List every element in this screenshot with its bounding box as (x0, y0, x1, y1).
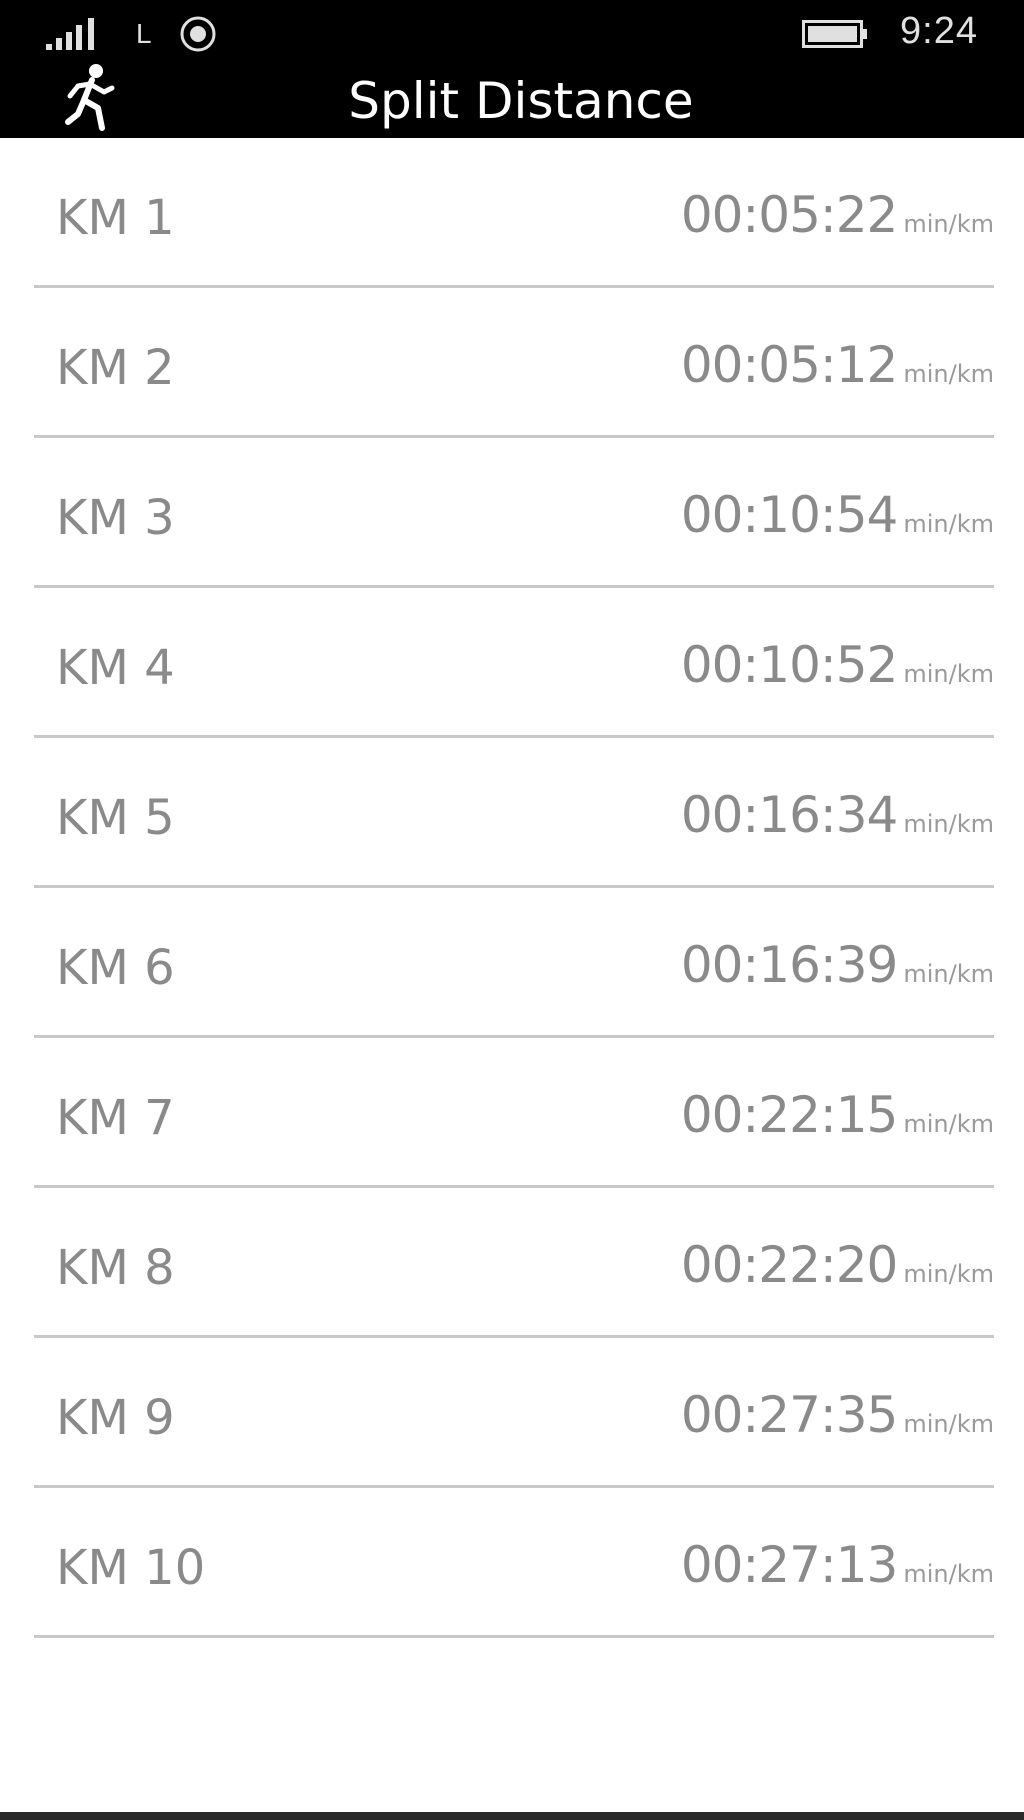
split-value: 00:10:54 min/km (681, 486, 994, 544)
split-row[interactable]: KM 1 00:05:22 min/km (0, 138, 1024, 288)
split-unit: min/km (903, 1110, 994, 1138)
split-unit: min/km (903, 360, 994, 388)
split-value: 00:27:13 min/km (681, 1536, 994, 1594)
clock: 9:24 (900, 10, 978, 52)
split-label: KM 8 (56, 1240, 175, 1296)
split-unit: min/km (903, 660, 994, 688)
split-row[interactable]: KM 2 00:05:12 min/km (0, 288, 1024, 438)
split-value: 00:22:20 min/km (681, 1236, 994, 1294)
split-row[interactable]: KM 8 00:22:20 min/km (0, 1188, 1024, 1338)
page-title: Split Distance (348, 72, 694, 130)
split-label: KM 4 (56, 640, 175, 696)
split-label: KM 9 (56, 1390, 175, 1446)
split-value: 00:10:52 min/km (681, 636, 994, 694)
network-type-label: L (136, 18, 152, 49)
split-label: KM 3 (56, 490, 175, 546)
battery-icon (802, 20, 867, 48)
split-label: KM 5 (56, 790, 175, 846)
split-time: 00:22:20 (680, 1236, 899, 1294)
split-time: 00:27:13 (680, 1536, 899, 1594)
split-value: 00:05:12 min/km (681, 336, 994, 394)
split-value: 00:22:15 min/km (681, 1086, 994, 1144)
split-unit: min/km (903, 1260, 994, 1288)
split-time: 00:16:34 (680, 786, 899, 844)
split-unit: min/km (903, 510, 994, 538)
split-time: 00:10:52 (680, 636, 899, 694)
split-row[interactable]: KM 4 00:10:52 min/km (0, 588, 1024, 738)
header-bar: L 9:24 Split Distance (0, 0, 1024, 138)
split-value: 00:16:34 min/km (681, 786, 994, 844)
split-time: 00:10:54 (680, 486, 899, 544)
split-row[interactable]: KM 10 00:27:13 min/km (0, 1488, 1024, 1638)
split-value: 00:05:22 min/km (681, 186, 994, 244)
split-row[interactable]: KM 7 00:22:15 min/km (0, 1038, 1024, 1188)
split-unit: min/km (903, 810, 994, 838)
split-value: 00:27:35 min/km (681, 1386, 994, 1444)
location-icon (180, 16, 216, 52)
row-divider (34, 1635, 994, 1638)
split-time: 00:16:39 (680, 936, 899, 994)
split-list: KM 1 00:05:22 min/km KM 2 00:05:12 min/km … (0, 138, 1024, 1638)
signal-strength-icon (46, 18, 94, 50)
split-time: 00:05:12 (680, 336, 899, 394)
split-label: KM 6 (56, 940, 175, 996)
split-row[interactable]: KM 3 00:10:54 min/km (0, 438, 1024, 588)
split-time: 00:05:22 (680, 186, 899, 244)
split-label: KM 10 (56, 1540, 206, 1596)
split-unit: min/km (903, 1410, 994, 1438)
split-label: KM 2 (56, 340, 175, 396)
split-distance-screen: L 9:24 Split Distance KM 1 00:05:22 min/k… (0, 0, 1024, 1820)
split-time: 00:22:15 (680, 1086, 899, 1144)
split-row[interactable]: KM 5 00:16:34 min/km (0, 738, 1024, 888)
split-label: KM 7 (56, 1090, 175, 1146)
split-unit: min/km (903, 960, 994, 988)
split-row[interactable]: KM 6 00:16:39 min/km (0, 888, 1024, 1038)
split-value: 00:16:39 min/km (681, 936, 994, 994)
bottom-edge-bar (0, 1812, 1024, 1820)
split-row[interactable]: KM 9 00:27:35 min/km (0, 1338, 1024, 1488)
split-unit: min/km (903, 210, 994, 238)
split-label: KM 1 (56, 190, 175, 246)
split-unit: min/km (903, 1560, 994, 1588)
split-time: 00:27:35 (680, 1386, 899, 1444)
